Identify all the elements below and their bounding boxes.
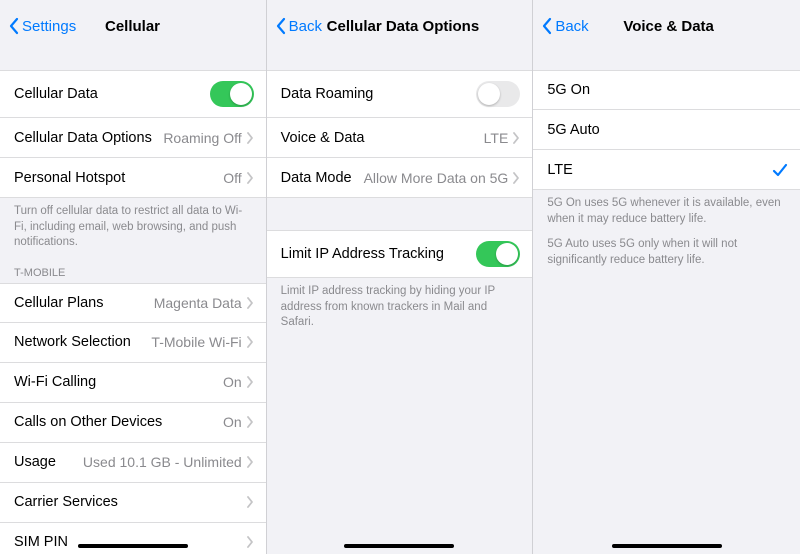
row-value: Magenta Data bbox=[154, 295, 242, 311]
checkmark-icon bbox=[772, 162, 788, 178]
row-value: Allow More Data on 5G bbox=[364, 170, 509, 186]
row-label: SIM PIN bbox=[14, 534, 68, 550]
row-label: Limit IP Address Tracking bbox=[281, 246, 444, 262]
row-lte[interactable]: LTE bbox=[533, 150, 800, 190]
row-value: Used 10.1 GB - Unlimited bbox=[83, 454, 242, 470]
row-label: Cellular Plans bbox=[14, 295, 103, 311]
chevron-left-icon bbox=[541, 17, 553, 35]
row-label: Cellular Data bbox=[14, 86, 98, 102]
group-footer: 5G On uses 5G whenever it is available, … bbox=[533, 190, 800, 280]
page-title: Cellular Data Options bbox=[327, 18, 480, 35]
data-roaming-toggle[interactable] bbox=[476, 81, 520, 107]
row-5g-auto[interactable]: 5G Auto bbox=[533, 110, 800, 150]
footer-text-1: 5G On uses 5G whenever it is available, … bbox=[547, 196, 786, 227]
row-label: Voice & Data bbox=[281, 130, 365, 146]
chevron-right-icon bbox=[512, 132, 520, 144]
row-cellular-data-options[interactable]: Cellular Data Options Roaming Off bbox=[0, 118, 266, 158]
home-indicator[interactable] bbox=[612, 544, 722, 548]
navbar: Back Cellular Data Options bbox=[267, 0, 533, 52]
navbar: Settings Cellular bbox=[0, 0, 266, 52]
screen-cellular: Settings Cellular Cellular Data Cellular… bbox=[0, 0, 267, 554]
row-value: On bbox=[223, 414, 242, 430]
row-cellular-plans[interactable]: Cellular Plans Magenta Data bbox=[0, 283, 266, 323]
content: Cellular Data Cellular Data Options Roam… bbox=[0, 52, 266, 554]
row-data-roaming[interactable]: Data Roaming bbox=[267, 70, 533, 118]
content: Data Roaming Voice & Data LTE Data Mode … bbox=[267, 52, 533, 554]
row-label: 5G On bbox=[547, 82, 590, 98]
chevron-left-icon bbox=[8, 17, 20, 35]
chevron-right-icon bbox=[246, 456, 254, 468]
row-label: Data Mode bbox=[281, 170, 352, 186]
back-button[interactable]: Settings bbox=[8, 17, 76, 35]
chevron-right-icon bbox=[246, 297, 254, 309]
chevron-right-icon bbox=[246, 536, 254, 548]
back-button[interactable]: Back bbox=[541, 17, 588, 35]
row-cellular-data[interactable]: Cellular Data bbox=[0, 70, 266, 118]
chevron-right-icon bbox=[246, 172, 254, 184]
back-label: Back bbox=[555, 18, 588, 35]
row-wifi-calling[interactable]: Wi-Fi Calling On bbox=[0, 363, 266, 403]
row-value: Off bbox=[223, 170, 241, 186]
chevron-right-icon bbox=[246, 416, 254, 428]
row-limit-ip-tracking[interactable]: Limit IP Address Tracking bbox=[267, 230, 533, 278]
home-indicator[interactable] bbox=[344, 544, 454, 548]
chevron-left-icon bbox=[275, 17, 287, 35]
row-label: Data Roaming bbox=[281, 86, 374, 102]
chevron-right-icon bbox=[246, 336, 254, 348]
row-value: T-Mobile Wi-Fi bbox=[151, 334, 241, 350]
row-label: 5G Auto bbox=[547, 122, 599, 138]
row-sim-pin[interactable]: SIM PIN bbox=[0, 523, 266, 554]
back-label: Back bbox=[289, 18, 322, 35]
limit-ip-toggle[interactable] bbox=[476, 241, 520, 267]
home-indicator[interactable] bbox=[78, 544, 188, 548]
row-label: Wi-Fi Calling bbox=[14, 374, 96, 390]
row-label: Cellular Data Options bbox=[14, 130, 152, 146]
row-calls-other-devices[interactable]: Calls on Other Devices On bbox=[0, 403, 266, 443]
group-footer: Turn off cellular data to restrict all d… bbox=[0, 198, 266, 253]
back-button[interactable]: Back bbox=[275, 17, 322, 35]
footer-text-2: 5G Auto uses 5G only when it will not si… bbox=[547, 237, 786, 268]
row-voice-data[interactable]: Voice & Data LTE bbox=[267, 118, 533, 158]
row-personal-hotspot[interactable]: Personal Hotspot Off bbox=[0, 158, 266, 198]
page-title: Voice & Data bbox=[623, 18, 714, 35]
navbar: Back Voice & Data bbox=[533, 0, 800, 52]
screen-cellular-data-options: Back Cellular Data Options Data Roaming … bbox=[267, 0, 534, 554]
group-header: T-MOBILE bbox=[0, 253, 266, 283]
row-5g-on[interactable]: 5G On bbox=[533, 70, 800, 110]
row-usage[interactable]: Usage Used 10.1 GB - Unlimited bbox=[0, 443, 266, 483]
chevron-right-icon bbox=[512, 172, 520, 184]
content: 5G On 5G Auto LTE 5G On uses 5G whenever… bbox=[533, 52, 800, 554]
chevron-right-icon bbox=[246, 132, 254, 144]
row-label: Calls on Other Devices bbox=[14, 414, 162, 430]
chevron-right-icon bbox=[246, 496, 254, 508]
row-label: Personal Hotspot bbox=[14, 170, 125, 186]
row-value: Roaming Off bbox=[163, 130, 241, 146]
row-data-mode[interactable]: Data Mode Allow More Data on 5G bbox=[267, 158, 533, 198]
row-label: Usage bbox=[14, 454, 56, 470]
back-label: Settings bbox=[22, 18, 76, 35]
row-value: LTE bbox=[484, 130, 509, 146]
row-label: LTE bbox=[547, 162, 573, 178]
row-label: Carrier Services bbox=[14, 494, 118, 510]
group-footer: Limit IP address tracking by hiding your… bbox=[267, 278, 533, 333]
row-network-selection[interactable]: Network Selection T-Mobile Wi-Fi bbox=[0, 323, 266, 363]
chevron-right-icon bbox=[246, 376, 254, 388]
row-label: Network Selection bbox=[14, 334, 131, 350]
cellular-data-toggle[interactable] bbox=[210, 81, 254, 107]
row-carrier-services[interactable]: Carrier Services bbox=[0, 483, 266, 523]
row-value: On bbox=[223, 374, 242, 390]
screen-voice-data: Back Voice & Data 5G On 5G Auto LTE bbox=[533, 0, 800, 554]
page-title: Cellular bbox=[105, 18, 160, 35]
